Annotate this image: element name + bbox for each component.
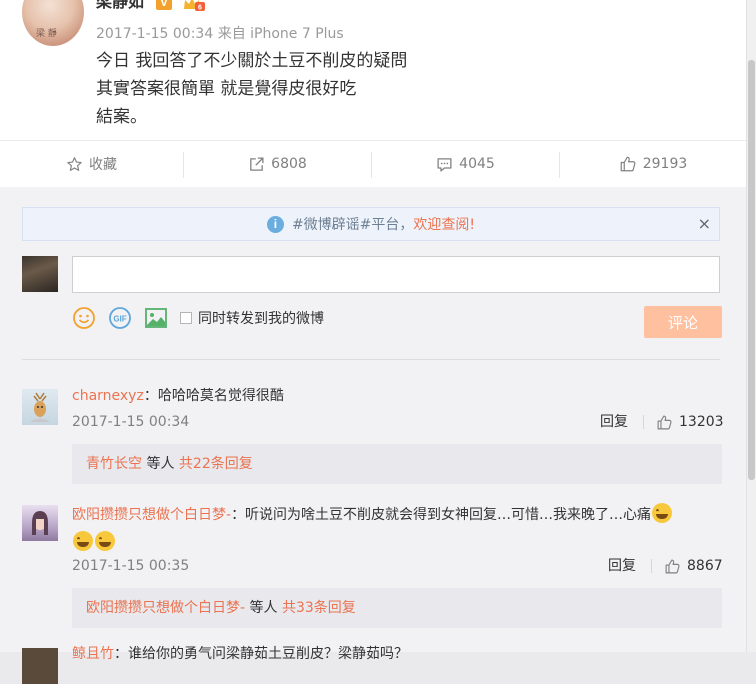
thumbs-up-icon [665,559,680,573]
comment-like-count: 8867 [687,558,723,574]
repost-button[interactable]: 6808 [184,141,371,187]
divider [22,359,720,360]
repost-icon [250,156,264,171]
commenter-avatar[interactable] [22,505,58,541]
reply-button[interactable]: 回复 [600,412,628,432]
star-icon [67,156,82,171]
comment-body: charnexyz：哈哈哈莫名觉得很酷 [72,386,722,406]
svg-text:6: 6 [198,5,202,12]
sub-reply-mid: 等人 [142,456,179,472]
notice-tag[interactable]: #微博辟谣#平台， [292,214,413,234]
scrollbar[interactable] [746,0,756,652]
member-crown-icon[interactable]: 6 [182,0,206,12]
reply-button[interactable]: 回复 [608,556,636,576]
composer-toolbar: GIF 同时转发到我的微博 [72,305,324,331]
comment-like-button[interactable]: 13203 [656,412,724,432]
svg-text:GIF: GIF [113,315,126,324]
like-button[interactable]: 29193 [560,141,746,187]
post-text-line: 結案。 [96,107,147,127]
repost-count: 6808 [271,156,307,172]
comment-text: ：谁给你的勇气问梁静茹土豆削皮？梁静茹吗？ [114,646,408,662]
comment-body: 鲸且竹：谁给你的勇气问梁静茹土豆削皮？梁静茹吗？ [72,644,722,664]
post-meta: 2017-1-15 00:34 来自 iPhone 7 Plus [96,24,344,44]
post-text-line: 其實答案很簡單 就是覺得皮很好吃 [96,79,357,99]
gif-icon[interactable]: GIF [108,306,132,330]
laugh-emoji-icon [95,531,115,551]
like-count: 29193 [642,156,688,172]
scrollbar-thumb[interactable] [748,60,755,480]
weibo-card: 梁 靜 梁静如 V 6 2017-1-15 00:34 来自 iPhone 7 … [0,0,746,684]
notice-link[interactable]: 欢迎查阅! [413,214,475,234]
rumor-notice: i #微博辟谣#平台， 欢迎查阅! × [22,207,720,241]
post-time[interactable]: 2017-1-15 00:34 [96,26,213,42]
comment-count: 4045 [459,156,495,172]
thumbs-up-icon [657,415,672,429]
sub-replies: 青竹长空 等人 共22条回复 [72,444,722,484]
comment-like-button[interactable]: 8867 [664,556,723,576]
favorite-button[interactable]: 收藏 [0,141,183,187]
comment-body: 欧阳攒攒只想做个白日梦-：听说问为啥土豆不削皮就会得到女神回复…可惜…我来晚了…… [72,501,722,557]
author-name[interactable]: 梁静如 [96,0,144,12]
laugh-emoji-icon [73,531,93,551]
comment-like-count: 13203 [679,414,724,430]
laugh-emoji-icon [652,503,673,523]
commenter-avatar[interactable] [22,648,58,684]
comment-icon [437,157,452,172]
thumbs-up-icon [620,156,636,172]
more-replies-link[interactable]: 共33条回复 [282,600,356,616]
action-bar: 收藏 6808 4045 29193 [0,140,746,188]
info-icon: i [266,215,284,233]
commenter-name[interactable]: 欧阳攒攒只想做个白日梦- [72,507,231,523]
post-text-line: 今日 我回答了不少關於土豆不削皮的疑問 [96,51,408,71]
comment-time: 2017-1-15 00:34 [72,414,190,430]
favorite-label: 收藏 [89,157,117,173]
smiley-icon[interactable] [72,306,96,330]
repost-checkbox[interactable] [180,312,192,324]
commenter-avatar[interactable] [22,389,58,425]
repost-checkbox-label: 同时转发到我的微博 [198,311,324,327]
submit-comment-button[interactable]: 评论 [644,306,722,338]
more-replies-link[interactable]: 共22条回复 [179,456,253,472]
author-avatar[interactable]: 梁 靜 [22,0,84,46]
sub-reply-user[interactable]: 青竹长空 [86,456,142,472]
sub-reply-mid: 等人 [245,600,282,616]
commenter-name[interactable]: 鲸且竹 [72,646,114,662]
comment-button[interactable]: 4045 [372,141,559,187]
sub-replies: 欧阳攒攒只想做个白日梦- 等人 共33条回复 [72,588,722,628]
comment-text: ：听说问为啥土豆不削皮就会得到女神回复…可惜…我来晚了…心痛 [231,507,652,523]
comment-text: ：哈哈哈莫名觉得很酷 [143,388,284,404]
verified-icon[interactable]: V [156,0,172,10]
divider [651,559,652,573]
post-source[interactable]: 来自 iPhone 7 Plus [218,26,344,42]
comment-time: 2017-1-15 00:35 [72,558,190,574]
comment-input[interactable] [72,256,720,293]
sub-reply-user[interactable]: 欧阳攒攒只想做个白日梦- [86,600,245,616]
commenter-name[interactable]: charnexyz [72,388,144,404]
image-icon[interactable] [144,306,168,330]
close-icon[interactable]: × [698,215,711,233]
divider [643,415,644,429]
my-avatar[interactable] [22,256,58,292]
